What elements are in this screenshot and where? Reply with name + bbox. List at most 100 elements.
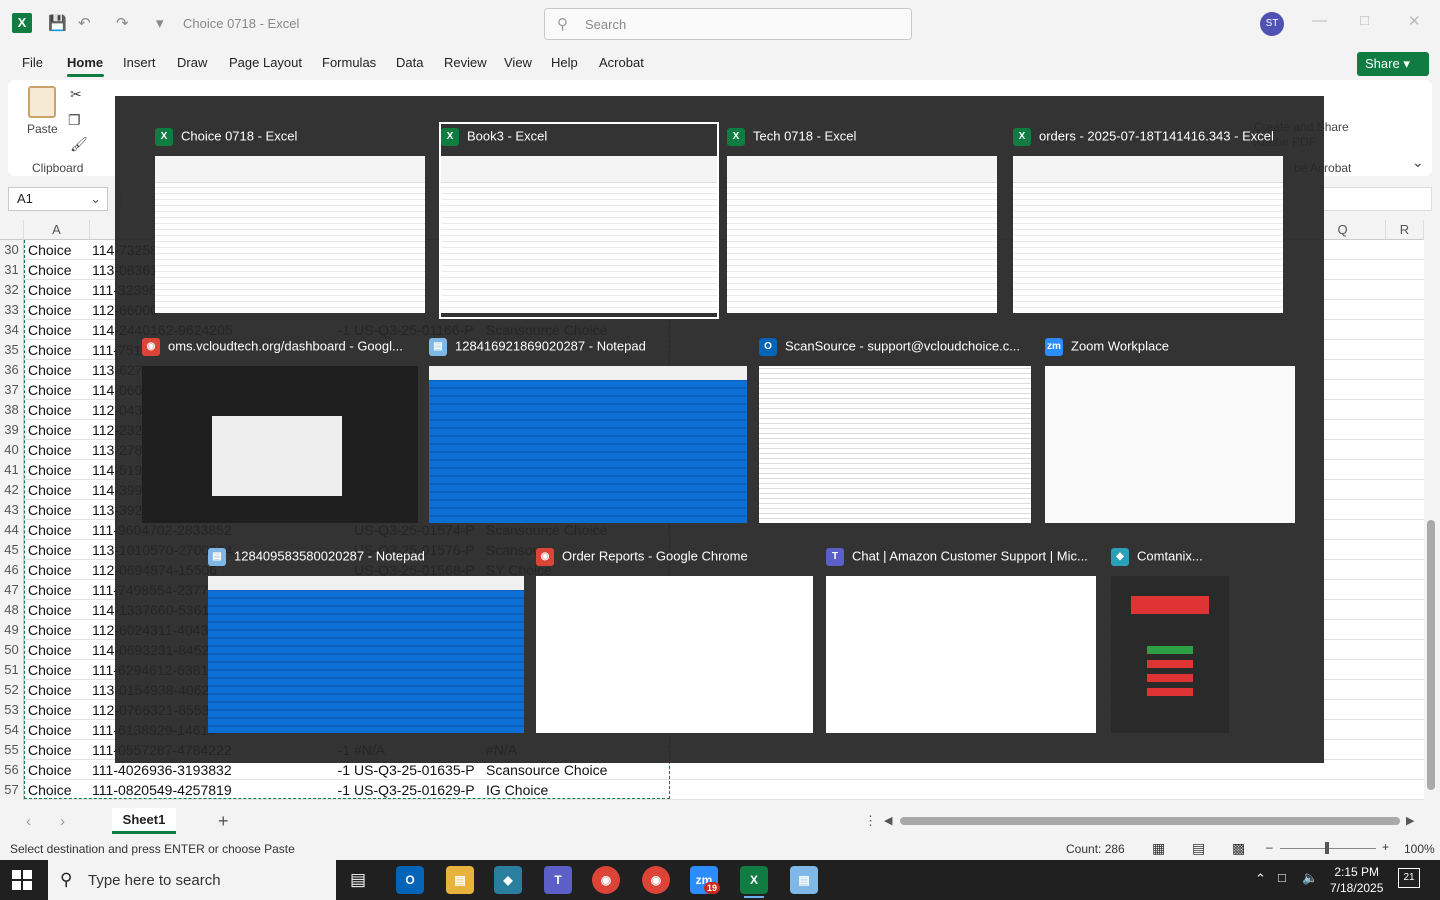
row-number[interactable]: 42 [0, 480, 24, 500]
tab-home[interactable]: Home [67, 55, 103, 70]
cell-column-a[interactable]: Choice [28, 700, 88, 720]
undo-icon[interactable]: ↶ [78, 14, 91, 32]
tab-formulas[interactable]: Formulas [322, 55, 376, 70]
next-sheet-icon[interactable]: › [60, 813, 65, 830]
sheet-tab-sheet1[interactable]: Sheet1 [112, 808, 176, 834]
switcher-window[interactable]: X Tech 0718 - Excel [727, 124, 997, 317]
cell-column-a[interactable]: Choice [28, 380, 88, 400]
tab-insert[interactable]: Insert [123, 55, 156, 70]
avatar[interactable]: ST [1260, 12, 1284, 36]
maximize-icon[interactable]: □ [1360, 12, 1369, 29]
chevron-down-icon[interactable]: ⌄ [90, 191, 101, 207]
switcher-window[interactable]: ▤ 128409583580020287 - Notepad [208, 544, 524, 737]
switcher-window[interactable]: Xorders - 2025-07-18T141416.343 - Excel [1013, 124, 1283, 317]
row-number[interactable]: 35 [0, 340, 24, 360]
row-number[interactable]: 49 [0, 620, 24, 640]
cell-column-a[interactable]: Choice [28, 420, 88, 440]
cell-column-a[interactable]: Choice [28, 280, 88, 300]
page-layout-view-icon[interactable]: ▤ [1192, 840, 1205, 857]
row-number[interactable]: 36 [0, 360, 24, 380]
cell-column-a[interactable]: Choice [28, 320, 88, 340]
minimize-icon[interactable]: — [1312, 12, 1327, 29]
row-number[interactable]: 38 [0, 400, 24, 420]
row-number[interactable]: 50 [0, 640, 24, 660]
close-icon[interactable]: ✕ [1408, 12, 1421, 30]
cell-order-id[interactable]: 111-0820549-4257819 [92, 780, 312, 800]
save-icon[interactable]: 💾 [48, 14, 67, 32]
tab-data[interactable]: Data [396, 55, 423, 70]
row-number[interactable]: 33 [0, 300, 24, 320]
task-view-icon[interactable]: ▤ [350, 870, 366, 890]
cell-column-a[interactable]: Choice [28, 760, 88, 780]
row-number[interactable]: 32 [0, 280, 24, 300]
notepad-taskbar-icon[interactable]: ▤ [790, 866, 818, 894]
row-number[interactable]: 55 [0, 740, 24, 760]
row-number[interactable]: 37 [0, 380, 24, 400]
share-button[interactable]: Share ▾ [1357, 52, 1429, 76]
format-painter-icon[interactable]: 🖌 [70, 136, 88, 153]
cell-po-number[interactable]: US-Q3-25-01635-P [354, 760, 480, 780]
cell-supplier[interactable]: IG Choice [486, 780, 670, 800]
scroll-right-icon[interactable]: ▶ [1406, 814, 1414, 827]
outlook-taskbar-icon[interactable]: O [396, 866, 424, 894]
cell-column-a[interactable]: Choice [28, 260, 88, 280]
row-number[interactable]: 48 [0, 600, 24, 620]
cell-column-a[interactable]: Choice [28, 640, 88, 660]
file-explorer-icon[interactable]: ▤ [446, 866, 474, 894]
cell-column-a[interactable]: Choice [28, 400, 88, 420]
row-number[interactable]: 52 [0, 680, 24, 700]
row-number[interactable]: 54 [0, 720, 24, 740]
search-box[interactable]: ⚲ Search [544, 8, 912, 40]
row-number[interactable]: 53 [0, 700, 24, 720]
row-number[interactable]: 46 [0, 560, 24, 580]
row-number[interactable]: 44 [0, 520, 24, 540]
row-number[interactable]: 34 [0, 320, 24, 340]
excel-taskbar-icon[interactable]: X [740, 866, 768, 898]
cell-column-a[interactable]: Choice [28, 740, 88, 760]
switcher-window[interactable]: ◉ Order Reports - Google Chrome [536, 544, 813, 737]
paste-icon[interactable] [28, 86, 56, 118]
cell-column-a[interactable]: Choice [28, 460, 88, 480]
row-number[interactable]: 57 [0, 780, 24, 800]
cell-column-a[interactable]: Choice [28, 660, 88, 680]
cell-column-a[interactable]: Choice [28, 580, 88, 600]
tab-help[interactable]: Help [551, 55, 578, 70]
switcher-window[interactable]: ▤ 128416921869020287 - Notepad [429, 334, 747, 527]
customize-qat-icon[interactable]: ▾ [156, 14, 164, 32]
zoom-out-icon[interactable]: – [1266, 840, 1273, 854]
cell-order-id[interactable]: 111-4026936-3193832 [92, 760, 312, 780]
row-number[interactable]: 45 [0, 540, 24, 560]
notification-icon[interactable]: 21 [1398, 868, 1420, 888]
switcher-window[interactable]: X Book3 - Excel [439, 122, 719, 319]
cell-column-a[interactable]: Choice [28, 360, 88, 380]
zoom-slider-thumb[interactable] [1325, 842, 1329, 854]
cell-column-a[interactable]: Choice [28, 560, 88, 580]
select-all-corner[interactable] [0, 220, 24, 240]
row-number[interactable]: 41 [0, 460, 24, 480]
cut-icon[interactable]: ✂ [70, 86, 82, 103]
cell-column-a[interactable]: Choice [28, 720, 88, 740]
row-number[interactable]: 40 [0, 440, 24, 460]
column-header-a[interactable]: A [24, 220, 90, 240]
cell-column-a[interactable]: Choice [28, 600, 88, 620]
network-icon[interactable]: □ [1278, 870, 1286, 885]
row-number[interactable]: 39 [0, 420, 24, 440]
cell-column-a[interactable]: Choice [28, 300, 88, 320]
taskbar-search[interactable]: ⚲ Type here to search [48, 860, 336, 900]
row-number[interactable]: 51 [0, 660, 24, 680]
row-number[interactable]: 31 [0, 260, 24, 280]
cell-column-a[interactable]: Choice [28, 340, 88, 360]
cell-supplier[interactable]: Scansource Choice [486, 760, 670, 780]
switcher-window[interactable]: O ScanSource - support@vcloudchoice.c... [759, 334, 1031, 527]
name-box[interactable]: A1 ⌄ [8, 187, 108, 211]
copy-icon[interactable]: ❐ [68, 112, 81, 129]
switcher-window[interactable]: ◉ oms.vcloudtech.org/dashboard - Googl... [142, 334, 418, 527]
vertical-scroll-thumb[interactable] [1427, 520, 1435, 790]
paste-button-label[interactable]: Paste [27, 122, 58, 136]
scroll-left-icon[interactable]: ◀ [884, 814, 892, 827]
cell-column-a[interactable]: Choice [28, 480, 88, 500]
cell-column-a[interactable]: Choice [28, 620, 88, 640]
row-number[interactable]: 30 [0, 240, 24, 260]
cell-quantity[interactable]: -1 [312, 780, 350, 800]
windows-start-icon[interactable] [12, 870, 32, 890]
